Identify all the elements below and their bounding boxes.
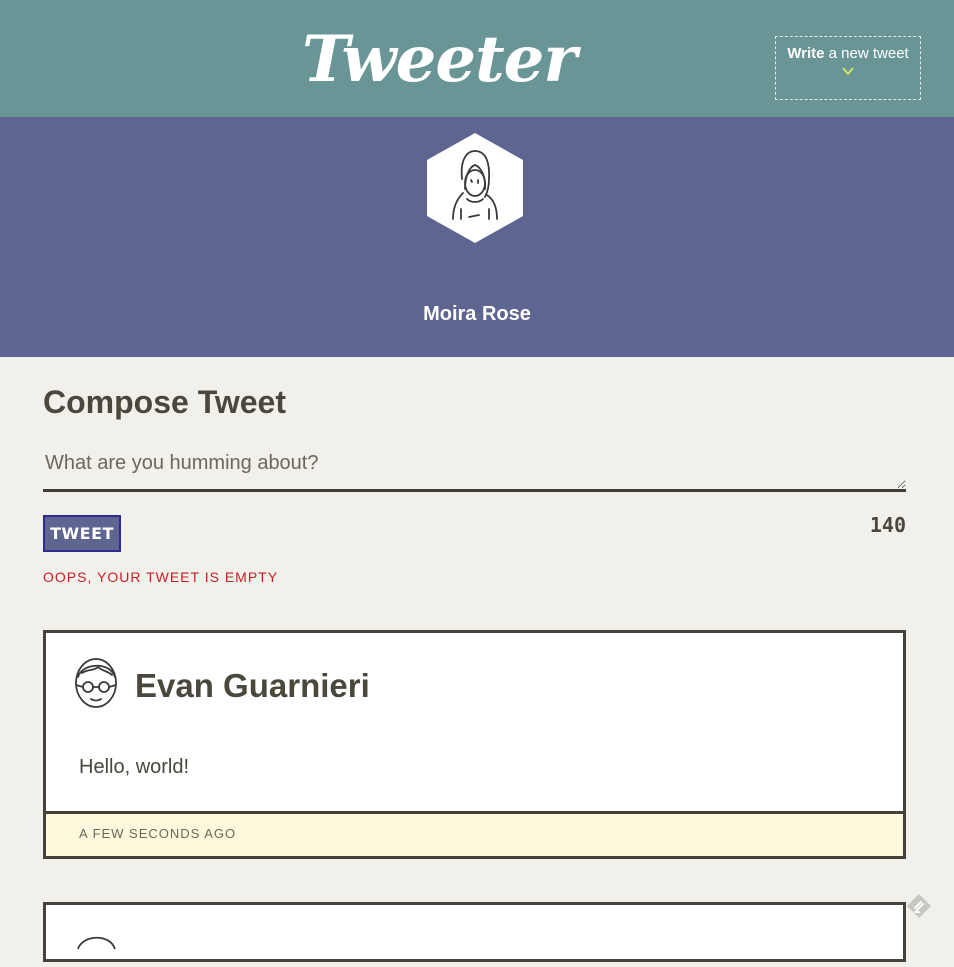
write-new-tweet-toggle[interactable]: Write a new tweet (775, 36, 921, 100)
feedly-icon[interactable] (906, 893, 932, 919)
user-avatar (75, 658, 117, 708)
error-message: OOPS, YOUR TWEET IS EMPTY (43, 569, 279, 585)
tweet-textarea[interactable] (43, 440, 906, 492)
tweet-user-name: Evan Guarnieri (135, 667, 370, 704)
profile-header: Moira Rose (0, 117, 954, 357)
tweet-timestamp: A FEW SECONDS AGO (79, 826, 237, 841)
character-counter: 140 (869, 513, 906, 537)
tweet-card (43, 902, 906, 962)
brand-logo: Tweeter (301, 22, 577, 97)
user-avatar (77, 936, 116, 950)
write-label-rest: a new tweet (824, 45, 909, 62)
write-label-bold: Write (787, 45, 825, 62)
tweet-header: Evan Guarnieri (46, 633, 903, 743)
tweet-footer: A FEW SECONDS AGO (46, 811, 903, 856)
profile-avatar (427, 133, 523, 243)
tweet-card: Evan Guarnieri Hello, world! A FEW SECON… (43, 630, 906, 859)
compose-title: Compose Tweet (43, 384, 286, 420)
top-nav: Tweeter Write a new tweet (0, 0, 954, 117)
chevron-down-icon (842, 67, 854, 76)
profile-name: Moira Rose (423, 303, 531, 325)
tweet-text: Hello, world! (79, 756, 190, 778)
tweet-button[interactable]: TWEET (43, 515, 121, 552)
